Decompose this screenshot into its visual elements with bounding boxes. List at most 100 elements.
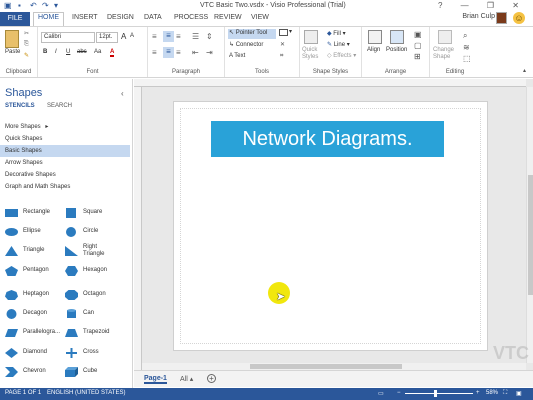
shape-trapezoid[interactable]: Trapezoid <box>65 326 127 342</box>
align-bottom-icon[interactable]: ≡ <box>176 32 181 41</box>
align-middle-icon[interactable]: ≡ <box>163 31 174 42</box>
copy-icon[interactable]: ⎘ <box>24 41 29 48</box>
restore-button[interactable]: ❐ <box>487 1 502 10</box>
change-case-button[interactable]: Aa <box>94 49 101 55</box>
add-page-icon[interactable]: + <box>207 374 216 383</box>
avatar[interactable] <box>496 12 507 24</box>
position-button[interactable]: Position <box>386 47 407 53</box>
paste-button[interactable]: Paste <box>5 49 20 55</box>
font-color-button[interactable]: A <box>110 49 115 57</box>
category-more-shapes[interactable]: More Shapes ▸ <box>0 121 130 133</box>
underline-button[interactable]: U <box>66 49 70 55</box>
tab-file[interactable]: FILE <box>0 12 30 26</box>
shape-rectangle[interactable]: Rectangle <box>5 206 63 222</box>
grow-font-button[interactable]: A <box>121 32 126 41</box>
send-backward-icon[interactable]: ▢ <box>414 41 422 50</box>
shape-hexagon[interactable]: Hexagon <box>65 264 127 280</box>
language-indicator[interactable]: ENGLISH (UNITED STATES) <box>47 390 125 396</box>
shape-triangle[interactable]: Triangle <box>5 244 63 260</box>
tab-home[interactable]: HOME <box>33 12 64 26</box>
drawing-canvas[interactable]: Network Diagrams. ➤ VTC <box>134 79 533 370</box>
fill-button[interactable]: ◆ Fill ▾ <box>327 30 346 37</box>
search-tab[interactable]: SEARCH <box>47 103 72 109</box>
zoom-in-icon[interactable]: + <box>476 390 480 396</box>
shape-cross[interactable]: Cross <box>65 346 127 362</box>
category-graph-math-shapes[interactable]: Graph and Math Shapes <box>0 181 130 193</box>
tab-review[interactable]: REVIEW <box>214 14 242 21</box>
bullets-icon[interactable]: ☰ <box>192 32 199 41</box>
network-diagrams-banner-shape[interactable]: Network Diagrams. <box>211 121 444 157</box>
user-name[interactable]: Brian Culp <box>462 13 495 20</box>
align-right-icon[interactable]: ≡ <box>176 48 181 57</box>
zoom-out-icon[interactable]: − <box>397 390 401 396</box>
all-pages-button[interactable]: All ▴ <box>180 375 193 383</box>
quick-styles-button[interactable]: Quick Styles <box>302 47 324 61</box>
drawing-page[interactable]: Network Diagrams. ➤ <box>173 101 488 351</box>
bold-button[interactable]: B <box>43 49 47 55</box>
paste-icon[interactable] <box>5 30 19 48</box>
page-indicator[interactable]: PAGE 1 OF 1 <box>5 390 41 396</box>
shape-decagon[interactable]: Decagon <box>5 307 63 323</box>
text-button[interactable]: A Text <box>229 53 245 59</box>
shape-cube[interactable]: Cube <box>65 365 127 381</box>
text-direction-icon[interactable]: ⇕ <box>206 32 213 41</box>
close-button[interactable]: ✕ <box>512 1 527 10</box>
shape-diamond[interactable]: Diamond <box>5 346 63 362</box>
category-decorative-shapes[interactable]: Decorative Shapes <box>0 169 130 181</box>
select-icon[interactable]: ⬚ <box>463 54 471 63</box>
undo-icon[interactable]: ↶ <box>30 1 37 10</box>
help-button[interactable]: ? <box>438 1 450 10</box>
stencils-tab[interactable]: STENCILS <box>5 103 35 109</box>
minimize-button[interactable]: — <box>461 1 477 10</box>
horizontal-scroll-thumb[interactable] <box>250 364 402 369</box>
fit-page-icon[interactable]: ⛶ <box>503 390 507 397</box>
align-top-icon[interactable]: ≡ <box>152 32 157 41</box>
zoom-level[interactable]: 58% <box>486 390 498 396</box>
rectangle-dropdown-icon[interactable]: ▾ <box>289 28 292 35</box>
align-center-icon[interactable]: ≡ <box>163 47 174 58</box>
layers-icon[interactable]: ≋ <box>463 43 470 52</box>
tab-page-1[interactable]: Page-1 <box>144 375 167 384</box>
align-button[interactable]: Align <box>367 47 380 53</box>
collapse-panel-icon[interactable]: ‹ <box>121 89 124 98</box>
pan-zoom-icon[interactable]: ▣ <box>516 390 522 397</box>
find-icon[interactable]: ⌕ <box>463 31 467 41</box>
format-painter-icon[interactable]: ✎ <box>24 52 29 59</box>
collapse-ribbon-icon[interactable]: ▴ <box>523 67 526 74</box>
shape-can[interactable]: Can <box>65 307 127 323</box>
connector-button[interactable]: ↳ Connector <box>229 41 263 48</box>
horizontal-scrollbar[interactable] <box>142 363 526 370</box>
shape-chevron[interactable]: Chevron <box>5 365 63 381</box>
category-basic-shapes[interactable]: Basic Shapes <box>0 145 130 157</box>
category-quick-shapes[interactable]: Quick Shapes <box>0 133 130 145</box>
pointer-tool-button[interactable]: ↖ Pointer Tool <box>228 29 276 39</box>
crop-tool-icon[interactable]: ⌗ <box>280 53 283 60</box>
tab-process[interactable]: PROCESS <box>174 14 208 21</box>
cut-icon[interactable]: ✂ <box>24 30 29 37</box>
shape-heptagon[interactable]: Heptagon <box>5 288 63 304</box>
category-arrow-shapes[interactable]: Arrow Shapes <box>0 157 130 169</box>
italic-button[interactable]: I <box>55 49 57 55</box>
shape-pentagon[interactable]: Pentagon <box>5 264 63 280</box>
bring-forward-icon[interactable]: ▣ <box>414 30 422 39</box>
font-name-select[interactable]: Calibri <box>41 32 95 43</box>
macro-record-icon[interactable]: ▭ <box>378 390 384 397</box>
close-tool-icon[interactable]: ✕ <box>280 41 285 48</box>
strikethrough-button[interactable]: abc <box>77 49 87 55</box>
shape-parallelogram[interactable]: Parallelogra... <box>5 326 63 342</box>
shape-ellipse[interactable]: Ellipse <box>5 225 63 241</box>
shrink-font-button[interactable]: A <box>130 33 134 39</box>
font-size-select[interactable]: 12pt. <box>96 32 118 43</box>
rectangle-tool-icon[interactable] <box>279 29 288 36</box>
zoom-slider[interactable] <box>405 393 473 394</box>
shape-square[interactable]: Square <box>65 206 127 222</box>
vertical-scrollbar[interactable] <box>526 87 533 363</box>
tab-design[interactable]: DESIGN <box>107 14 134 21</box>
quick-styles-icon[interactable] <box>304 30 318 44</box>
redo-icon[interactable]: ↷ <box>42 1 49 10</box>
tab-view[interactable]: VIEW <box>251 14 269 21</box>
tab-insert[interactable]: INSERT <box>72 14 98 21</box>
decrease-indent-icon[interactable]: ⇤ <box>192 48 199 57</box>
save-icon[interactable]: ▪ <box>18 1 21 10</box>
tab-data[interactable]: DATA <box>144 14 162 21</box>
